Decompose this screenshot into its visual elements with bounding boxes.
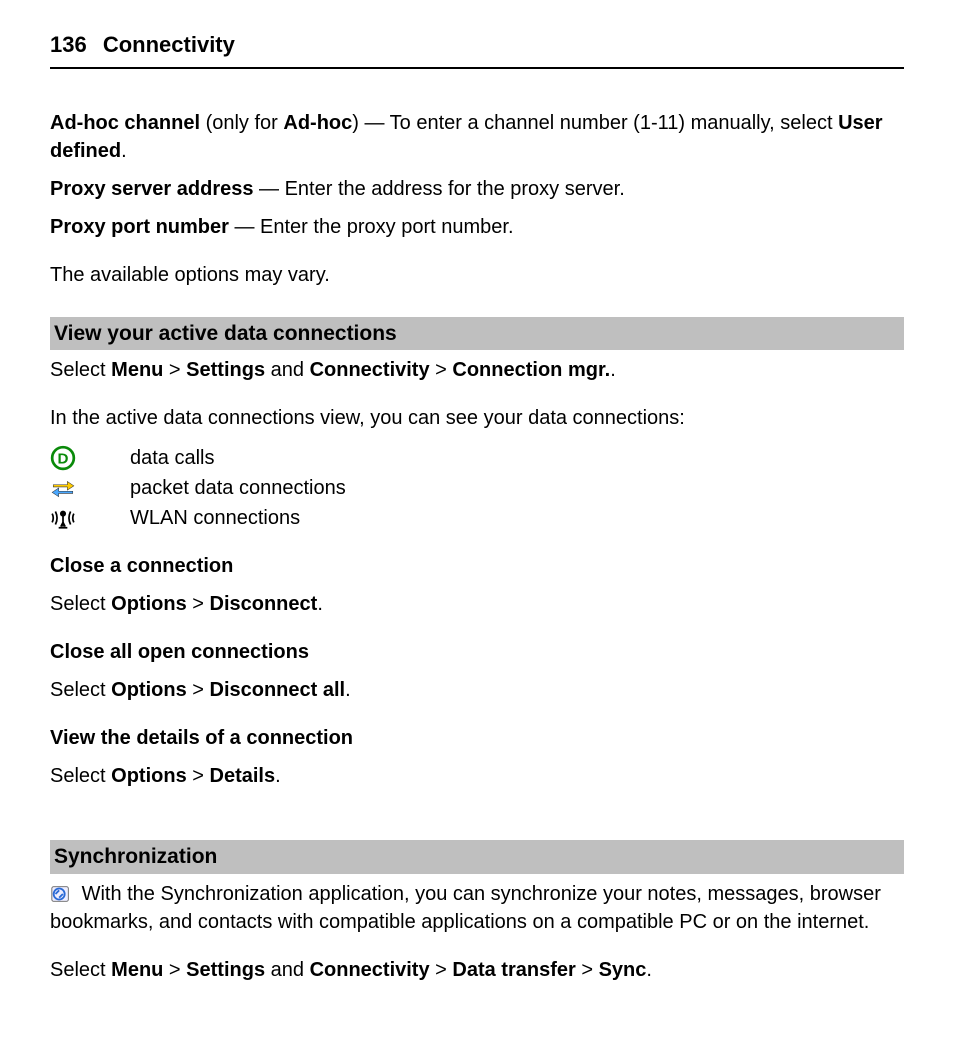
- active-connections-nav: Select Menu > Settings and Connectivity …: [50, 356, 904, 384]
- text: .: [646, 959, 652, 981]
- page-header: 136 Connectivity: [50, 30, 904, 69]
- text: Select: [50, 679, 111, 701]
- connectivity-label: Connectivity: [310, 959, 430, 981]
- text: — Enter the proxy port number.: [229, 216, 514, 238]
- adhoc-channel-label: Ad-hoc channel: [50, 112, 200, 134]
- data-transfer-label: Data transfer: [452, 959, 575, 981]
- text: .: [121, 140, 127, 162]
- text: and: [265, 959, 309, 981]
- text: (only for: [200, 112, 283, 134]
- data-call-icon: D: [50, 445, 130, 471]
- text: .: [345, 679, 351, 701]
- text: and: [265, 359, 309, 381]
- text: — Enter the address for the proxy server…: [253, 178, 624, 200]
- settings-label: Settings: [186, 959, 265, 981]
- section-heading: View your active data connections: [50, 317, 904, 350]
- disconnect-label: Disconnect: [210, 593, 318, 615]
- text: Select: [50, 959, 111, 981]
- view-details-heading: View the details of a connection: [50, 724, 904, 752]
- text: ) — To enter a channel number (1-11) man…: [352, 112, 838, 134]
- proxy-server-paragraph: Proxy server address — Enter the address…: [50, 175, 904, 203]
- disconnect-all-label: Disconnect all: [210, 679, 346, 701]
- adhoc-bold: Ad-hoc: [283, 112, 352, 134]
- text: >: [187, 593, 210, 615]
- proxy-server-label: Proxy server address: [50, 178, 253, 200]
- text: >: [576, 959, 599, 981]
- menu-label: Menu: [111, 359, 163, 381]
- details-label: Details: [210, 765, 276, 787]
- text: >: [163, 359, 186, 381]
- sync-nav: Select Menu > Settings and Connectivity …: [50, 956, 904, 984]
- sync-label: Sync: [599, 959, 647, 981]
- text: Select: [50, 765, 111, 787]
- icon-legend: D data calls packet data connections: [50, 444, 904, 532]
- list-item: WLAN connections: [50, 504, 904, 532]
- wlan-icon: [50, 505, 130, 531]
- svg-text:D: D: [58, 451, 69, 468]
- section-heading: Synchronization: [50, 840, 904, 873]
- text: Select: [50, 593, 111, 615]
- adhoc-channel-paragraph: Ad-hoc channel (only for Ad-hoc) — To en…: [50, 109, 904, 165]
- icon-label: data calls: [130, 444, 215, 472]
- page-number: 136: [50, 32, 87, 57]
- text: >: [187, 765, 210, 787]
- text: With the Synchronization application, yo…: [50, 883, 881, 933]
- options-label: Options: [111, 679, 187, 701]
- close-all-heading: Close all open connections: [50, 638, 904, 666]
- close-connection-heading: Close a connection: [50, 552, 904, 580]
- icon-label: packet data connections: [130, 474, 346, 502]
- connection-mgr-label: Connection mgr.: [452, 359, 610, 381]
- menu-label: Menu: [111, 959, 163, 981]
- active-connections-intro: In the active data connections view, you…: [50, 404, 904, 432]
- proxy-port-paragraph: Proxy port number — Enter the proxy port…: [50, 213, 904, 241]
- document-page: 136 Connectivity Ad-hoc channel (only fo…: [0, 0, 954, 1044]
- text: >: [430, 359, 453, 381]
- settings-label: Settings: [186, 359, 265, 381]
- text: >: [430, 959, 453, 981]
- packet-data-icon: [50, 475, 130, 501]
- options-label: Options: [111, 593, 187, 615]
- text: >: [187, 679, 210, 701]
- icon-label: WLAN connections: [130, 504, 300, 532]
- text: >: [163, 959, 186, 981]
- text: .: [317, 593, 323, 615]
- view-details-nav: Select Options > Details.: [50, 762, 904, 790]
- list-item: D data calls: [50, 444, 904, 472]
- list-item: packet data connections: [50, 474, 904, 502]
- close-connection-nav: Select Options > Disconnect.: [50, 590, 904, 618]
- options-label: Options: [111, 765, 187, 787]
- options-vary-paragraph: The available options may vary.: [50, 261, 904, 289]
- close-all-nav: Select Options > Disconnect all.: [50, 676, 904, 704]
- sync-intro-paragraph: With the Synchronization application, yo…: [50, 880, 904, 936]
- sync-app-icon: [50, 883, 82, 905]
- text: .: [275, 765, 281, 787]
- connectivity-label: Connectivity: [310, 359, 430, 381]
- proxy-port-label: Proxy port number: [50, 216, 229, 238]
- page-section-title: Connectivity: [103, 32, 235, 57]
- text: .: [610, 359, 616, 381]
- text: Select: [50, 359, 111, 381]
